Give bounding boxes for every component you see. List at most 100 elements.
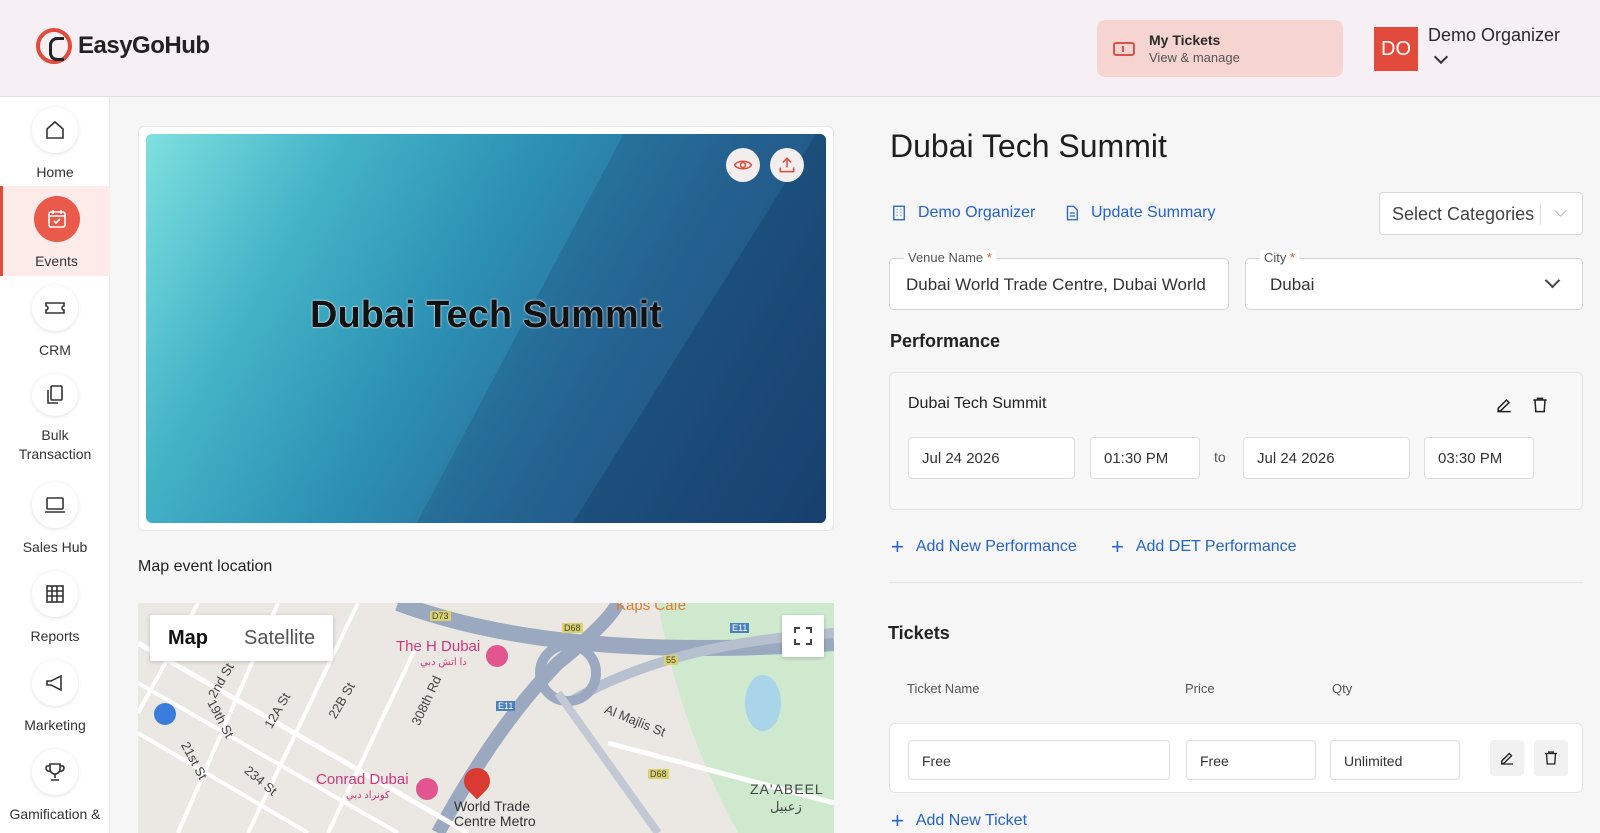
column-header-qty: Qty: [1332, 681, 1353, 696]
add-new-ticket-label: Add New Ticket: [915, 812, 1028, 829]
sidebar-item-label: CRM: [39, 342, 71, 358]
fullscreen-button[interactable]: [782, 615, 824, 657]
sidebar-item-sales-hub[interactable]: Sales Hub: [0, 472, 110, 562]
poi-label[interactable]: Kaps Cafe: [616, 603, 686, 614]
ticket-icon: [1113, 41, 1135, 56]
tickets-section-title: Tickets: [888, 623, 950, 643]
logo[interactable]: EasyGoHub: [36, 28, 210, 64]
sidebar-item-label: Events: [35, 253, 78, 269]
map-tab-map[interactable]: Map: [150, 615, 226, 661]
avatar[interactable]: DO: [1374, 27, 1418, 71]
sidebar-item-crm[interactable]: CRM: [0, 275, 110, 365]
poi-label-arabic: كونراد دبي: [346, 790, 390, 801]
home-icon: [32, 107, 78, 153]
sidebar-item-marketing[interactable]: Marketing: [0, 650, 110, 740]
end-time-input[interactable]: 03:30 PM: [1424, 437, 1534, 479]
my-tickets-title: My Tickets: [1149, 32, 1221, 48]
city-select[interactable]: City * Dubai: [1245, 250, 1583, 310]
event-title: Dubai Tech Summit: [890, 128, 1167, 164]
delete-performance-button[interactable]: [1526, 391, 1554, 419]
map-type-tabs: Map Satellite: [150, 615, 334, 661]
hotel-marker-icon[interactable]: [486, 645, 508, 667]
eye-icon: [733, 160, 753, 170]
edit-ticket-button[interactable]: [1490, 740, 1524, 776]
road-shield: D73: [430, 611, 451, 621]
event-location-map[interactable]: Map Satellite Kaps Cafe The H Dubai دا ا…: [138, 603, 834, 833]
delete-ticket-button[interactable]: [1534, 740, 1568, 776]
sidebar-item-label: Reports: [30, 628, 80, 644]
start-date-input[interactable]: Jul 24 2026: [908, 437, 1075, 479]
sidebar-item-label: Home: [36, 164, 74, 180]
logo-text: EasyGoHub: [78, 32, 210, 59]
ticket-price-input[interactable]: Free: [1186, 740, 1316, 780]
sidebar: Home Events CRM Bulk Transaction Sales H…: [0, 97, 110, 833]
chevron-down-icon: [1544, 272, 1561, 289]
city-value: Dubai: [1270, 275, 1315, 294]
document-icon: [1066, 205, 1078, 221]
preview-button[interactable]: [726, 148, 760, 182]
user-name[interactable]: Demo Organizer: [1428, 25, 1560, 46]
area-label-arabic: زعبيل: [770, 799, 802, 814]
poi-label[interactable]: The H Dubai: [396, 638, 480, 655]
plus-icon: +: [891, 534, 904, 559]
sidebar-item-events[interactable]: Events: [0, 186, 110, 276]
add-new-performance-label: Add New Performance: [915, 538, 1077, 555]
documents-icon: [32, 374, 78, 416]
event-banner-image: Dubai Tech Summit: [146, 134, 826, 523]
venue-name-field[interactable]: Venue Name * Dubai World Trade Centre, D…: [889, 250, 1229, 310]
road-shield: 55: [664, 655, 679, 665]
road-shield: E11: [730, 623, 750, 633]
edit-performance-button[interactable]: [1490, 391, 1518, 419]
add-det-performance-button[interactable]: + Add DET Performance: [1111, 536, 1297, 558]
select-divider: [1540, 203, 1541, 225]
performance-name: Dubai Tech Summit: [908, 395, 1047, 412]
column-header-ticket-name: Ticket Name: [907, 681, 980, 696]
sidebar-item-bulk-transaction[interactable]: Bulk Transaction: [0, 364, 110, 464]
sidebar-item-label: Marketing: [24, 717, 86, 733]
add-new-performance-button[interactable]: + Add New Performance: [891, 534, 1077, 559]
update-summary-link[interactable]: Update Summary: [1063, 204, 1216, 222]
ticket-qty-input[interactable]: Unlimited: [1330, 740, 1460, 780]
add-det-performance-label: Add DET Performance: [1135, 538, 1297, 555]
fullscreen-icon: [794, 627, 812, 645]
building-icon: [893, 205, 905, 221]
poi-label-arabic: دا اتش دبي: [420, 657, 467, 668]
map-section-label: Map event location: [138, 558, 273, 575]
update-summary-label: Update Summary: [1091, 204, 1216, 221]
city-label: City *: [1260, 250, 1300, 265]
sidebar-item-label: Sales Hub: [22, 539, 88, 555]
upload-banner-button[interactable]: [770, 148, 804, 182]
categories-select[interactable]: Select Categories: [1379, 192, 1583, 235]
megaphone-icon: [32, 660, 78, 706]
metro-label: World Trade Centre Metro: [454, 798, 536, 829]
shopping-marker-icon[interactable]: [154, 703, 176, 725]
ticket-name-input[interactable]: Free: [908, 740, 1170, 780]
sidebar-item-home[interactable]: Home: [0, 97, 110, 187]
organizer-link[interactable]: Demo Organizer: [890, 204, 1035, 222]
table-icon: [32, 571, 78, 617]
organizer-link-label: Demo Organizer: [918, 204, 1036, 221]
sidebar-item-label: Bulk Transaction: [18, 427, 92, 462]
upload-icon: [779, 157, 795, 173]
end-date-input[interactable]: Jul 24 2026: [1243, 437, 1410, 479]
map-tab-satellite[interactable]: Satellite: [226, 615, 333, 661]
hotel-marker-icon[interactable]: [416, 778, 438, 800]
sidebar-item-reports[interactable]: Reports: [0, 561, 110, 651]
laptop-icon: [32, 482, 78, 528]
edit-icon: [1497, 398, 1511, 413]
my-tickets-button[interactable]: My Tickets View & manage: [1097, 20, 1343, 77]
crm-ticket-icon: [32, 285, 78, 331]
venue-name-value: Dubai World Trade Centre, Dubai World: [906, 275, 1206, 294]
trash-icon: [1545, 751, 1557, 765]
road-shield: E11: [496, 701, 516, 711]
venue-name-label: Venue Name *: [904, 250, 996, 265]
performance-section-title: Performance: [890, 331, 1001, 351]
banner-title: Dubai Tech Summit: [310, 294, 662, 336]
plus-icon: +: [891, 808, 904, 833]
add-new-ticket-button[interactable]: + Add New Ticket: [891, 808, 1028, 833]
event-banner-card: Dubai Tech Summit: [138, 126, 834, 531]
chevron-down-icon[interactable]: [1433, 49, 1449, 65]
start-time-input[interactable]: 01:30 PM: [1090, 437, 1200, 479]
sidebar-item-gamification[interactable]: Gamification &: [0, 739, 110, 829]
poi-label[interactable]: Conrad Dubai: [316, 771, 409, 788]
